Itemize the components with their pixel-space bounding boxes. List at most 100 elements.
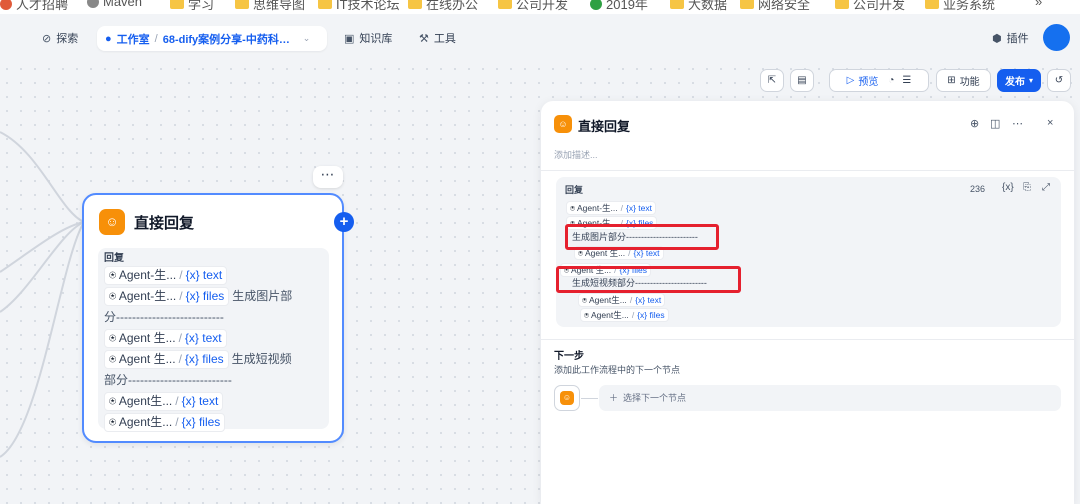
node-reply-content: 回复 ⍟ Agent-生... / {x} text ⍟ Agent-生... / {x}…: [98, 248, 329, 432]
agent-icon: ⍟: [109, 394, 119, 408]
variable-name: {x} text: [184, 331, 222, 345]
variable-icon[interactable]: {x}: [1002, 182, 1014, 193]
variable-name: {x} text: [185, 268, 223, 282]
reply-editor[interactable]: 回复 236 {x} ⎘ ⤢ ⍟ Agent-生... / {x} text ⍟ Ag…: [556, 177, 1061, 327]
chevron-down-icon[interactable]: ⌄: [303, 33, 311, 44]
avatar[interactable]: [1043, 24, 1070, 51]
features-button[interactable]: ⊞ 功能: [936, 69, 991, 92]
nav-explore[interactable]: ⊘ 探索: [42, 26, 78, 50]
agent-icon: ⍟: [584, 310, 591, 320]
bookmark-item[interactable]: IT技术论坛: [318, 0, 400, 13]
expand-icon[interactable]: ⤢: [1042, 182, 1050, 193]
bookmark-label: 2019年: [606, 0, 648, 12]
node-reply-line: ⍟ Agent 生... / {x} files 生成短视频: [104, 349, 323, 370]
variable-chip[interactable]: ⍟ Agent 生... / {x} files: [104, 350, 229, 369]
separator: /: [631, 310, 635, 320]
variable-chip[interactable]: ⍟ Agent-生... / {x} files: [104, 287, 230, 306]
node-reply-line: ⍟ Agent 生... / {x} text: [104, 328, 323, 349]
variable-node-name: Agent-生...: [118, 268, 177, 282]
bookmark-label: 思维导图: [253, 0, 306, 12]
description-input[interactable]: 添加描述...: [554, 148, 598, 161]
variable-chip[interactable]: ⍟ Agent 生... / {x} text: [104, 329, 227, 348]
variable-chip[interactable]: ⍟ Agent生... / {x} files: [104, 413, 226, 432]
book-icon[interactable]: ◫: [990, 117, 1000, 130]
reply-icon: ☺: [99, 209, 125, 235]
variable-node-name: Agent 生...: [118, 331, 176, 345]
globe-icon: [87, 0, 99, 8]
nav-studio-breadcrumb[interactable]: ● 工作室 / 68-dify案例分享-中药科普... ⌄: [97, 26, 327, 51]
edge: [0, 131, 85, 223]
more-icon[interactable]: ⋯: [1012, 117, 1023, 130]
bookmark-label: 人才招聘: [16, 0, 69, 12]
select-next-node-button[interactable]: ＋ 选择下一个节点: [599, 385, 1061, 411]
checklist-icon[interactable]: ◔: [888, 75, 894, 86]
preview-button[interactable]: 预览: [858, 73, 878, 88]
bookmark-item[interactable]: 人才招聘: [0, 0, 68, 13]
env-icon: ▤: [797, 75, 807, 86]
robot-icon: ●: [105, 32, 112, 45]
history-button[interactable]: ↺: [1047, 69, 1071, 92]
variable-chip[interactable]: ⍟ Agent生... / {x} text: [104, 392, 224, 411]
bookmark-label: IT技术论坛: [336, 0, 400, 12]
separator: /: [629, 295, 633, 305]
bookmark-item[interactable]: 思维导图: [235, 0, 305, 13]
agent-icon: ⍟: [109, 415, 119, 429]
folder-icon: [835, 0, 849, 9]
variable-chip[interactable]: ⍟ Agent-生... / {x} text: [104, 266, 228, 285]
add-node-button[interactable]: +: [334, 212, 354, 232]
nav-knowledge[interactable]: ▣ 知识库: [344, 26, 392, 50]
answer-node[interactable]: ☺ 直接回复 回复 ⍟ Agent-生... / {x} text ⍟ Agent-生…: [82, 193, 344, 443]
reply-text: 分---------------------------: [104, 310, 224, 324]
site-icon: [0, 0, 12, 10]
variable-name: {x} files: [185, 289, 225, 303]
separator: /: [175, 394, 179, 408]
bookmark-item[interactable]: Maven: [87, 0, 142, 9]
bookmark-item[interactable]: 2019年: [590, 0, 648, 13]
cube-icon: ⬢: [992, 32, 1002, 45]
variable-name: {x} files: [181, 415, 221, 429]
close-icon[interactable]: ×: [1047, 117, 1053, 129]
highlight-box: [556, 266, 741, 293]
hammer-icon: ⚒: [419, 32, 429, 45]
export-button[interactable]: ⇱: [760, 69, 784, 92]
export-icon: ⇱: [767, 75, 777, 86]
bookmark-item[interactable]: 公司开发: [498, 0, 568, 13]
reply-line: ⍟ Agent生... / {x} text: [578, 293, 668, 307]
variable-chip[interactable]: ⍟ Agent-生... / {x} text: [566, 201, 657, 215]
edge: [0, 221, 85, 273]
node-title: 直接回复: [134, 215, 195, 232]
copy-icon[interactable]: ⎘: [1023, 182, 1031, 193]
nav-tools[interactable]: ⚒ 工具: [419, 26, 456, 50]
env-button[interactable]: ▤: [790, 69, 814, 92]
variable-node-name: Agent生...: [118, 394, 173, 408]
panel-title[interactable]: 直接回复: [578, 116, 630, 135]
reply-icon: ☺: [560, 391, 574, 405]
bookmark-item[interactable]: 在线办公: [408, 0, 478, 13]
app-name[interactable]: 68-dify案例分享-中药科普...: [163, 31, 298, 47]
variable-chip[interactable]: ⍟ Agent生... / {x} text: [578, 293, 666, 307]
nav-plugins[interactable]: ⬢ 插件: [992, 26, 1029, 50]
divider: [541, 339, 1074, 340]
bookmark-item[interactable]: 业务系统: [925, 0, 995, 13]
bookmark-item[interactable]: 大数据: [670, 0, 727, 13]
connector-line: [581, 398, 598, 399]
bookmark-label: »: [1035, 0, 1043, 9]
nav-studio[interactable]: 工作室: [117, 31, 150, 47]
target-icon[interactable]: ⊕: [970, 117, 979, 130]
list-icon[interactable]: ☰: [902, 75, 911, 86]
variable-name: {x} text: [626, 203, 653, 213]
agent-icon: ⍟: [570, 203, 577, 213]
separator: /: [175, 415, 179, 429]
node-more-button[interactable]: ⋯: [313, 166, 343, 188]
bookmark-item[interactable]: 学习: [170, 0, 214, 13]
node-reply-line: 分---------------------------: [104, 307, 323, 328]
compass-icon: ⊘: [42, 32, 52, 45]
bookmark-item[interactable]: »: [1035, 0, 1042, 9]
bookmark-label: 学习: [188, 0, 215, 12]
publish-button[interactable]: 发布 ▾: [997, 69, 1041, 92]
agent-icon: ⍟: [109, 331, 119, 345]
bookmark-item[interactable]: 公司开发: [835, 0, 905, 13]
bookmark-item[interactable]: 网络安全: [740, 0, 810, 13]
reply-text: 部分--------------------------: [104, 373, 232, 387]
variable-chip[interactable]: ⍟ Agent生... / {x} files: [580, 308, 669, 322]
